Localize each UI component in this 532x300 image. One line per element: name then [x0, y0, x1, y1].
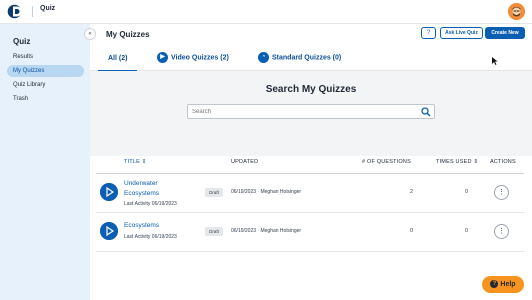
quiz-title-line: Ecosystems [124, 190, 160, 197]
sidebar: Quiz Results My Quizzes Quiz Library Tra… [0, 24, 90, 300]
tab-all[interactable]: All (2) [98, 55, 138, 72]
header-divider [32, 6, 33, 17]
app-name: Quiz [40, 5, 56, 12]
video-quiz-icon [100, 183, 118, 201]
sidebar-item-trash[interactable]: Trash [7, 93, 84, 105]
help-circle-icon: ? [490, 280, 499, 289]
more-vertical-icon: ⋮ [498, 189, 505, 196]
top-bar: Quiz [0, 0, 532, 24]
questions-cell: 2 [409, 189, 413, 195]
quiz-title-line: Underwater [124, 180, 158, 187]
collapse-sidebar-button[interactable]: « [84, 28, 96, 40]
tab-video-quizzes[interactable]: ▶ Video Quizzes (2) [157, 52, 229, 69]
last-activity: Last Activity 06/19/2023 [124, 234, 177, 240]
avatar-illustration-icon [508, 3, 525, 20]
quiz-title-link[interactable]: Ecosystems [124, 221, 194, 231]
times-used-cell: 0 [464, 189, 468, 195]
search-title: Search My Quizzes [265, 84, 357, 95]
last-activity: Last Activity 06/19/2023 [124, 201, 177, 207]
help-button-floating[interactable]: ? Help [482, 276, 524, 293]
questions-cell: 0 [409, 228, 413, 234]
status-badge: Draft [205, 188, 223, 197]
sidebar-item-results[interactable]: Results [7, 51, 84, 63]
help-button[interactable]: ? [421, 27, 436, 39]
times-used-cell: 0 [464, 228, 468, 234]
play-icon: ▶ [157, 52, 168, 63]
tab-standard-label: Standard Quizzes (0) [272, 54, 342, 62]
ask-live-quiz-button[interactable]: Ask Live Quiz [440, 27, 483, 39]
more-vertical-icon: ⋮ [498, 228, 505, 235]
updated-column-header: UPDATED [231, 159, 259, 165]
actions-column-header: ACTIONS [490, 159, 516, 165]
search-panel: Search My Quizzes [90, 71, 532, 156]
question-icon: ? [426, 30, 431, 36]
times-used-column-header[interactable]: TIMES USED ⇕ [436, 159, 478, 165]
avatar[interactable] [508, 3, 525, 20]
create-new-button[interactable]: Create New [485, 27, 525, 39]
times-used-header-label: TIMES USED [436, 159, 472, 165]
sidebar-item-my-quizzes[interactable]: My Quizzes [7, 65, 84, 77]
row-actions-button[interactable]: ⋮ [494, 224, 509, 239]
sort-icon: ⇕ [473, 159, 479, 165]
search-box [187, 104, 435, 119]
help-label: Help [500, 281, 516, 288]
sidebar-item-quiz-library[interactable]: Quiz Library [7, 79, 84, 91]
table-row: Underwater Ecosystems Last Activity 06/19… [96, 174, 524, 213]
table-header: TITLE ⇕ UPDATED # OF QUESTIONS TIMES USE… [96, 151, 524, 174]
discovery-logo[interactable] [7, 4, 25, 19]
tab-video-label: Video Quizzes (2) [171, 54, 229, 62]
row-actions-button[interactable]: ⋮ [494, 185, 509, 200]
questions-column-header: # OF QUESTIONS [362, 159, 411, 165]
quiz-tabs: All (2) ▶ Video Quizzes (2) ◔ Standard Qui… [90, 46, 532, 72]
sidebar-title: Quiz [13, 37, 31, 46]
table-row: Ecosystems Last Activity 06/19/2023 Draf… [96, 213, 524, 252]
quiz-icon: ◔ [258, 52, 269, 63]
status-badge: Draft [205, 227, 223, 236]
quiz-title-line: Ecosystems [124, 222, 160, 229]
updated-cell: 06/19/2023 · Meghan Holsinger [231, 228, 302, 234]
title-column-header[interactable]: TITLE ⇕ [124, 159, 147, 165]
search-input[interactable] [192, 106, 412, 117]
title-header-label: TITLE [124, 159, 140, 165]
tab-standard-quizzes[interactable]: ◔ Standard Quizzes (0) [258, 52, 341, 69]
quiz-title-link[interactable]: Underwater Ecosystems [124, 179, 194, 199]
tab-all-label: All (2) [108, 55, 128, 62]
sort-icon: ⇕ [141, 159, 147, 165]
updated-cell: 06/19/2023 · Meghan Holsinger [231, 189, 302, 195]
page-title: My Quizzes [106, 30, 150, 39]
video-quiz-icon [100, 222, 118, 240]
main-content: My Quizzes ? Ask Live Quiz Create New Al… [90, 24, 532, 300]
search-icon[interactable] [421, 107, 431, 117]
chevrons-left-icon: « [88, 31, 92, 37]
